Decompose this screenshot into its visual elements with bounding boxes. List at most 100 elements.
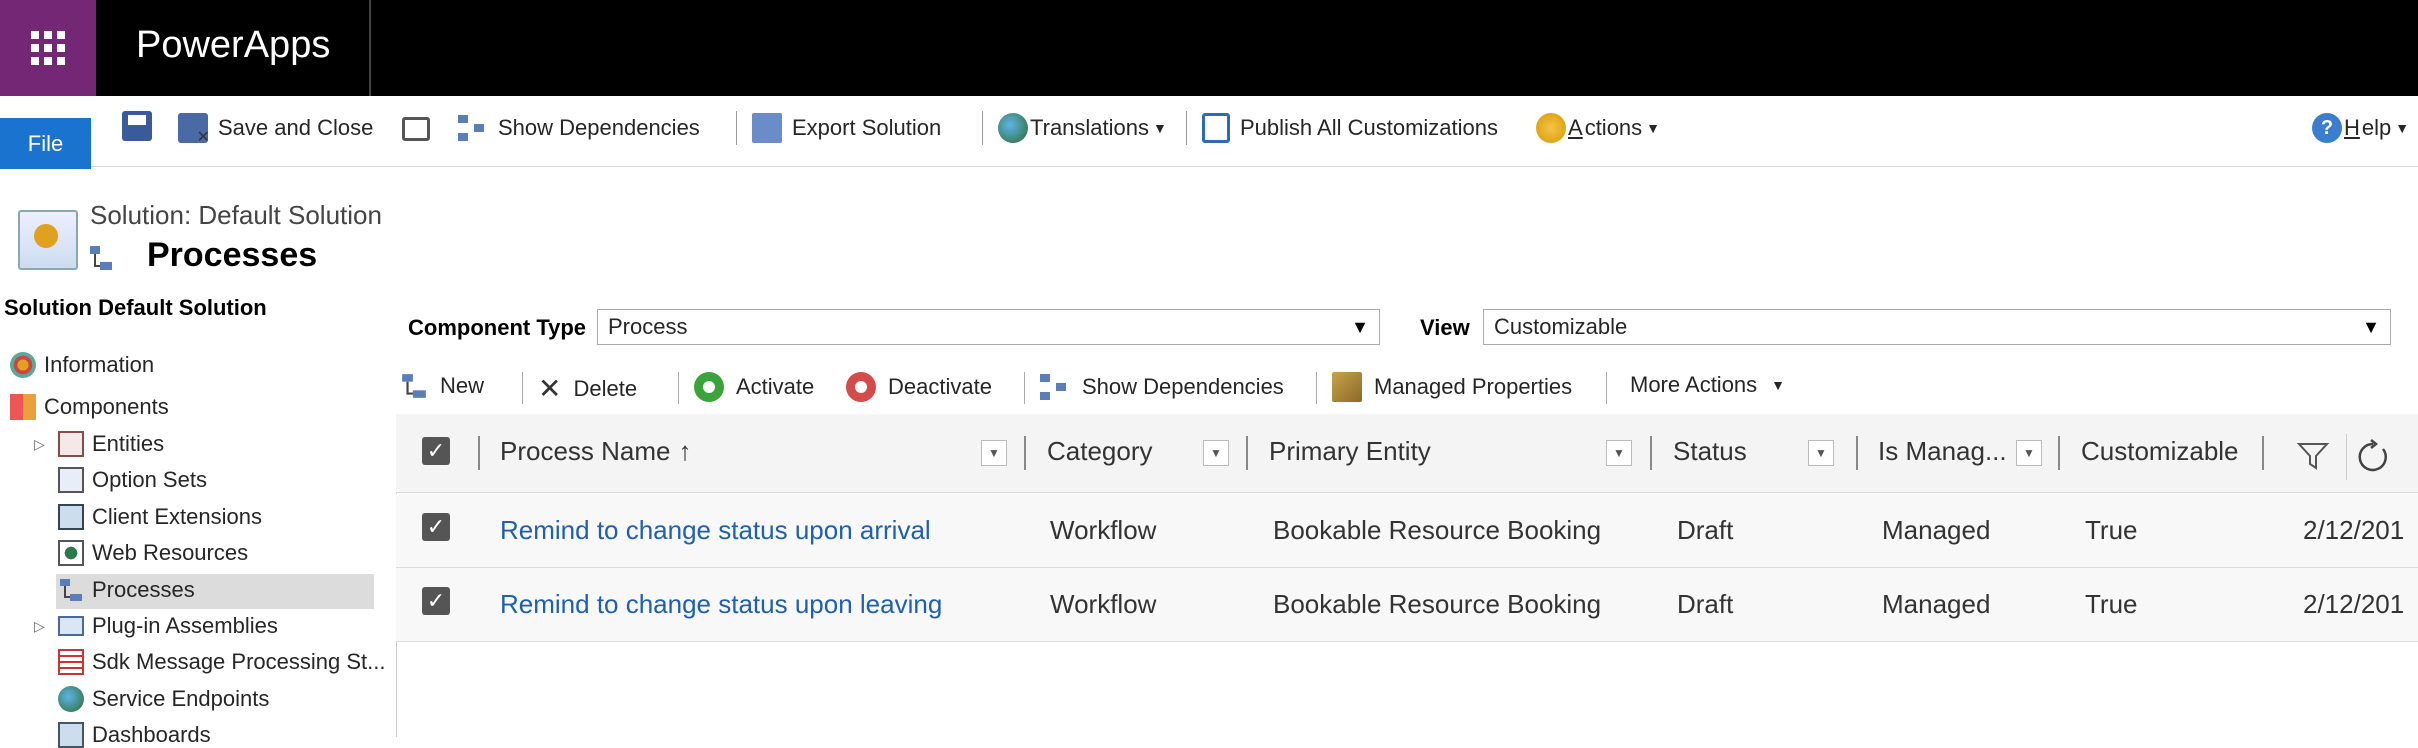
- column-separator: [1856, 436, 1858, 470]
- translations-button[interactable]: Translations ▼: [998, 113, 1167, 143]
- sidebar-item-components[interactable]: Components: [10, 394, 169, 420]
- show-dependencies-label: Show Dependencies: [1082, 374, 1284, 399]
- command-divider: [522, 372, 523, 404]
- status-cell: Draft: [1677, 589, 1734, 619]
- process-name-link[interactable]: Remind to change status upon arrival: [500, 515, 931, 546]
- column-filter-dropdown[interactable]: ▼: [981, 440, 1007, 466]
- column-header-is-managed[interactable]: Is Manag...: [1878, 436, 2007, 467]
- column-separator: [1246, 436, 1248, 470]
- actions-icon: [1536, 113, 1566, 143]
- new-label: New: [440, 373, 485, 398]
- view-label: View: [1420, 315, 1470, 340]
- sidebar-item-web-resources[interactable]: Web Resources: [58, 540, 248, 566]
- sidebar-item-label: Web Resources: [92, 540, 249, 565]
- print-button[interactable]: [402, 113, 430, 141]
- expand-icon[interactable]: ▷: [34, 618, 50, 635]
- customizable-cell: True: [2085, 589, 2138, 619]
- option-sets-icon: [58, 467, 84, 493]
- managed-properties-label: Managed Properties: [1374, 374, 1573, 399]
- column-header-process-name[interactable]: Process Name ↑: [500, 436, 692, 467]
- refresh-button[interactable]: [2346, 434, 2393, 480]
- deactivate-button[interactable]: Deactivate: [846, 372, 992, 402]
- filter-icon[interactable]: [2296, 440, 2330, 472]
- ribbon-show-dependencies-button[interactable]: Show Dependencies: [458, 113, 700, 143]
- managed-properties-icon: [1332, 372, 1362, 402]
- more-actions-button[interactable]: More Actions ▼: [1630, 372, 1785, 398]
- sidebar-item-client-extensions[interactable]: Client Extensions: [58, 504, 262, 530]
- help-label: elp: [2361, 115, 2392, 140]
- sidebar-item-service-endpoints[interactable]: Service Endpoints: [58, 686, 269, 712]
- status-cell: Draft: [1677, 515, 1734, 545]
- component-type-value: Process: [608, 314, 688, 339]
- actions-accesskey: A: [1568, 115, 1583, 140]
- chevron-down-icon: ▼: [1153, 120, 1167, 136]
- select-all-checkbox[interactable]: ✓: [422, 437, 450, 465]
- sidebar-item-label: Components: [44, 394, 169, 419]
- column-filter-dropdown[interactable]: ▼: [2016, 440, 2042, 466]
- column-header-label: Customizable: [2081, 436, 2239, 466]
- component-type-label: Component Type: [408, 315, 587, 340]
- column-filter-dropdown[interactable]: ▼: [1606, 440, 1632, 466]
- file-button[interactable]: File: [0, 118, 91, 169]
- expand-icon[interactable]: ▷: [34, 436, 50, 453]
- command-divider: [678, 372, 679, 404]
- help-icon: ?: [2312, 113, 2342, 143]
- save-and-close-button[interactable]: Save and Close: [178, 113, 374, 147]
- column-separator: [2058, 436, 2060, 470]
- row-checkbox[interactable]: ✓: [422, 513, 450, 541]
- globe-icon: [998, 113, 1028, 143]
- chevron-down-icon: ▼: [1771, 377, 1786, 393]
- sidebar-item-label: Sdk Message Processing St...: [92, 649, 386, 674]
- app-launcher-button[interactable]: [0, 0, 96, 96]
- sidebar-item-label: Client Extensions: [92, 504, 262, 529]
- process-icon: [90, 246, 112, 270]
- column-header-status[interactable]: Status: [1673, 436, 1747, 467]
- column-header-category[interactable]: Category: [1047, 436, 1153, 467]
- new-button[interactable]: New: [400, 372, 484, 400]
- component-type-select[interactable]: Process ▼: [597, 309, 1380, 345]
- view-select[interactable]: Customizable ▼: [1483, 309, 2391, 345]
- save-button[interactable]: [122, 111, 152, 141]
- delete-button[interactable]: ✕ Delete: [538, 372, 637, 405]
- column-header-label: Category: [1047, 436, 1153, 466]
- information-icon: [10, 352, 36, 378]
- solution-icon: [18, 210, 78, 270]
- sidebar-item-label: Option Sets: [92, 467, 207, 492]
- show-dependencies-button[interactable]: Show Dependencies: [1040, 372, 1284, 402]
- ribbon-divider: [982, 111, 983, 145]
- sort-ascending-icon: ↑: [678, 436, 692, 466]
- sidebar-item-plugin-assemblies[interactable]: ▷ Plug-in Assemblies: [34, 613, 278, 639]
- customizable-cell: True: [2085, 515, 2138, 545]
- sidebar-item-sdk-message-processing[interactable]: Sdk Message Processing St...: [58, 649, 385, 675]
- top-bar-divider: [369, 0, 371, 96]
- sidebar-item-label: Information: [44, 352, 155, 377]
- sidebar-item-information[interactable]: Information: [10, 352, 154, 378]
- app-name: PowerApps: [136, 24, 331, 66]
- sidebar-item-label: Plug-in Assemblies: [92, 613, 278, 638]
- process-name-link[interactable]: Remind to change status upon leaving: [500, 589, 942, 620]
- sidebar-item-entities[interactable]: ▷ Entities: [34, 431, 164, 457]
- help-button[interactable]: ? Help ▼: [2312, 113, 2409, 143]
- column-header-primary-entity[interactable]: Primary Entity: [1269, 436, 1431, 467]
- column-filter-dropdown[interactable]: ▼: [1203, 440, 1229, 466]
- column-filter-active-icon[interactable]: ▼: [1808, 440, 1834, 466]
- save-and-close-label: Save and Close: [218, 115, 374, 140]
- is-managed-cell: Managed: [1882, 515, 1991, 545]
- activate-button[interactable]: Activate: [694, 372, 814, 402]
- column-header-label: Is Manag...: [1878, 436, 2007, 466]
- column-header-customizable[interactable]: Customizable: [2081, 436, 2239, 467]
- export-solution-button[interactable]: Export Solution: [752, 113, 941, 143]
- sidebar-item-dashboards[interactable]: Dashboards: [58, 722, 211, 748]
- new-process-icon: [402, 374, 426, 398]
- print-icon: [402, 117, 430, 141]
- more-actions-label: More Actions: [1630, 372, 1758, 397]
- managed-properties-button[interactable]: Managed Properties: [1332, 372, 1572, 402]
- sidebar-item-option-sets[interactable]: Option Sets: [58, 467, 207, 493]
- sidebar-item-processes[interactable]: Processes: [58, 577, 195, 603]
- column-header-label: Process Name: [500, 436, 671, 466]
- chevron-down-icon: ▼: [1646, 120, 1661, 136]
- solution-label: Solution: Default Solution: [90, 200, 382, 230]
- publish-all-customizations-button[interactable]: Publish All Customizations: [1202, 113, 1498, 143]
- actions-button[interactable]: Actions ▼: [1536, 113, 1660, 143]
- row-checkbox[interactable]: ✓: [422, 587, 450, 615]
